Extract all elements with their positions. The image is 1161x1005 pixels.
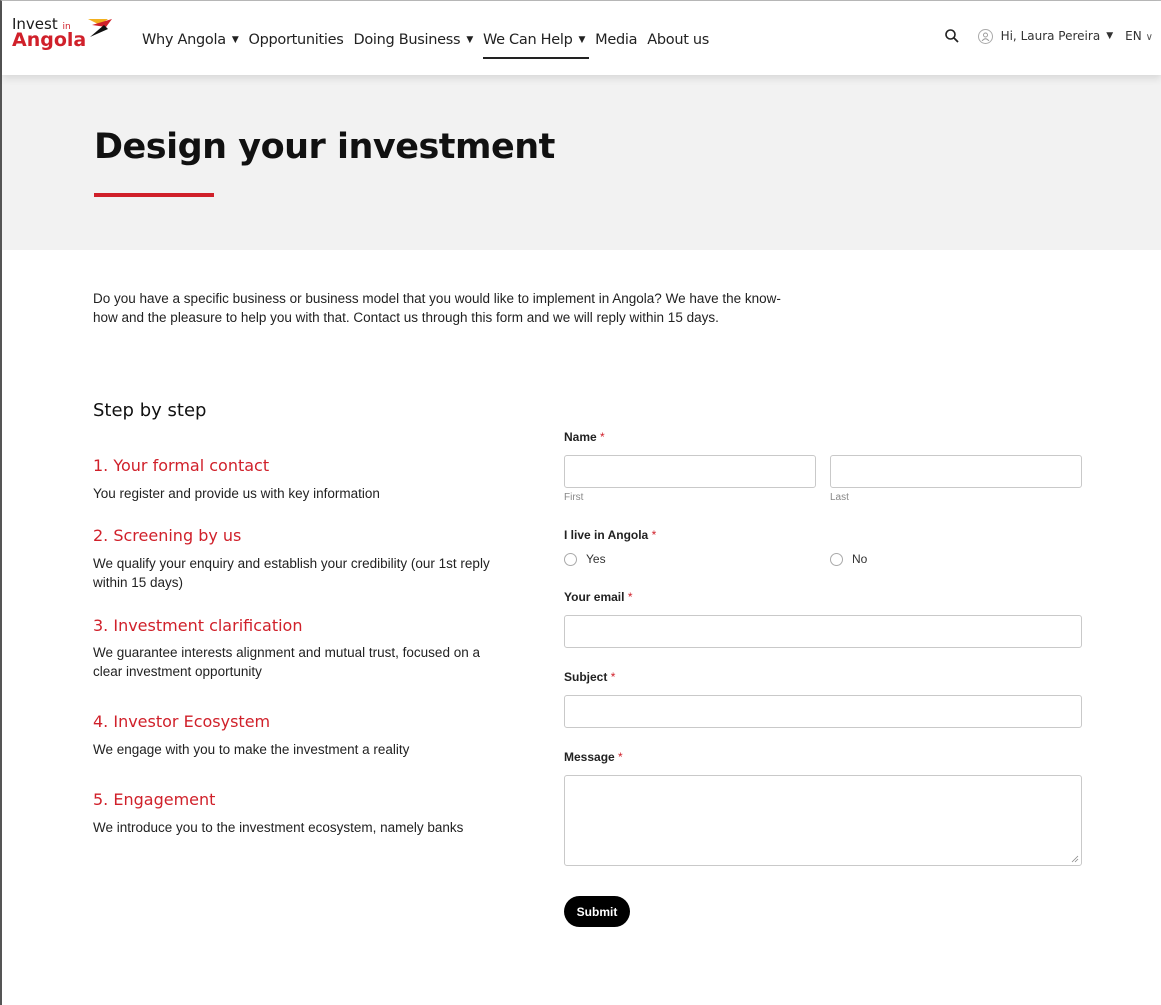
intro-text: Do you have a specific business or busin… [93,291,781,325]
first-name-input[interactable] [564,455,816,488]
user-icon [977,28,993,44]
language-selector[interactable]: EN ∨ [1125,29,1153,43]
email-label: Your email * [564,590,633,604]
radio-yes[interactable]: Yes [564,552,606,566]
language-label: EN [1125,29,1142,43]
caret-down-icon: ▼ [578,35,586,45]
site-logo[interactable]: Invest in Angola [12,15,122,51]
last-name-input[interactable] [830,455,1082,488]
step-desc: We engage with you to make the investmen… [93,742,410,757]
radio-circle-icon [830,552,843,566]
page-hero: Design your investment [2,75,1161,250]
chevron-down-icon: ∨ [1145,32,1153,43]
nav-about-us[interactable]: About us [647,28,709,52]
email-input[interactable] [564,615,1082,648]
nav-opportunities[interactable]: Opportunities [248,28,343,52]
caret-down-icon: ▼ [231,35,239,45]
live-in-angola-label: I live in Angola * [564,528,657,542]
search-icon[interactable] [944,28,960,44]
radio-no[interactable]: No [830,552,867,566]
name-label: Name * [564,430,605,444]
step-title: 2. Screening by us [93,526,242,545]
title-accent-bar [94,193,214,197]
step-title: 4. Investor Ecosystem [93,712,271,731]
step-desc: You register and provide us with key inf… [93,486,380,501]
subject-input[interactable] [564,695,1082,728]
logo-line2: Angola [12,29,87,51]
radio-circle-icon [564,552,577,566]
step-desc: We guarantee interests alignment and mut… [93,645,480,679]
message-label: Message * [564,750,623,764]
header-tools: Hi, Laura Pereira ▼ EN ∨ [944,28,1153,44]
subject-label: Subject * [564,670,616,684]
user-menu[interactable]: Hi, Laura Pereira ▼ [977,28,1114,44]
step-title: 5. Engagement [93,790,216,809]
nav-we-can-help[interactable]: We Can Help ▼ [482,28,590,59]
steps-section: Step by step 1. Your formal contact You … [93,400,513,835]
step-title: 1. Your formal contact [93,456,270,475]
nav-doing-business[interactable]: Doing Business ▼ [354,28,474,52]
message-textarea[interactable] [564,775,1082,866]
step-desc: We introduce you to the investment ecosy… [93,820,464,835]
steps-heading: Step by step [93,400,207,421]
step-desc: We qualify your enquiry and establish yo… [93,556,490,590]
caret-down-icon: ▼ [1106,31,1114,41]
first-sublabel: First [564,492,584,503]
site-header: Invest in Angola Why Angola ▼ Opportuniti… [2,1,1161,75]
resize-handle-icon[interactable] [1071,855,1079,863]
user-greeting: Hi, Laura Pereira [1000,29,1101,43]
step-title: 3. Investment clarification [93,616,303,635]
main-nav: Why Angola ▼ Opportunities Doing Business… [142,28,719,59]
submit-button[interactable]: Submit [564,896,630,927]
nav-media[interactable]: Media [595,28,637,52]
last-sublabel: Last [830,492,849,503]
nav-why-angola[interactable]: Why Angola ▼ [142,28,239,52]
page-title: Design your investment [94,127,555,167]
logo-arrow-icon [88,19,112,37]
caret-down-icon: ▼ [466,35,473,45]
